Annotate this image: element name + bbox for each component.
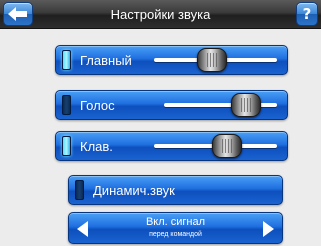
help-button[interactable]: ? xyxy=(296,2,318,26)
arrow-left-icon xyxy=(8,7,27,21)
dynamic-sound-toggle[interactable]: Динамич.звук xyxy=(68,175,283,205)
back-button[interactable] xyxy=(3,2,33,26)
page-title: Настройки звука xyxy=(110,7,211,22)
signal-selector-value: Вкл. сигнал xyxy=(145,216,206,228)
keys-volume-toggle-led[interactable] xyxy=(62,136,71,156)
dynamic-sound-led[interactable] xyxy=(75,180,84,200)
volume-slider-main[interactable] xyxy=(154,48,277,72)
volume-label-keys: Клав. xyxy=(80,138,113,154)
main-volume-toggle-led[interactable] xyxy=(62,50,71,70)
volume-slider-main-thumb[interactable] xyxy=(196,48,227,72)
volume-slider-keys-thumb[interactable] xyxy=(211,134,242,158)
volume-row-main[interactable]: Главный xyxy=(55,45,288,75)
dynamic-sound-label: Динамич.звук xyxy=(93,182,175,198)
volume-row-voice[interactable]: Голос xyxy=(55,90,288,120)
volume-slider-voice[interactable] xyxy=(164,93,277,117)
volume-label-main: Главный xyxy=(80,52,132,68)
signal-selector[interactable]: Вкл. сигнал перед командой xyxy=(68,212,283,244)
voice-volume-toggle-led[interactable] xyxy=(62,95,71,115)
signal-selector-subtitle: перед командой xyxy=(149,231,202,238)
next-option-arrow-icon[interactable] xyxy=(263,221,274,237)
header-bar: Настройки звука ? xyxy=(0,0,321,29)
volume-label-voice: Голос xyxy=(80,97,115,113)
volume-slider-keys[interactable] xyxy=(154,134,277,158)
volume-slider-voice-thumb[interactable] xyxy=(231,93,262,117)
volume-row-keys[interactable]: Клав. xyxy=(55,131,288,161)
